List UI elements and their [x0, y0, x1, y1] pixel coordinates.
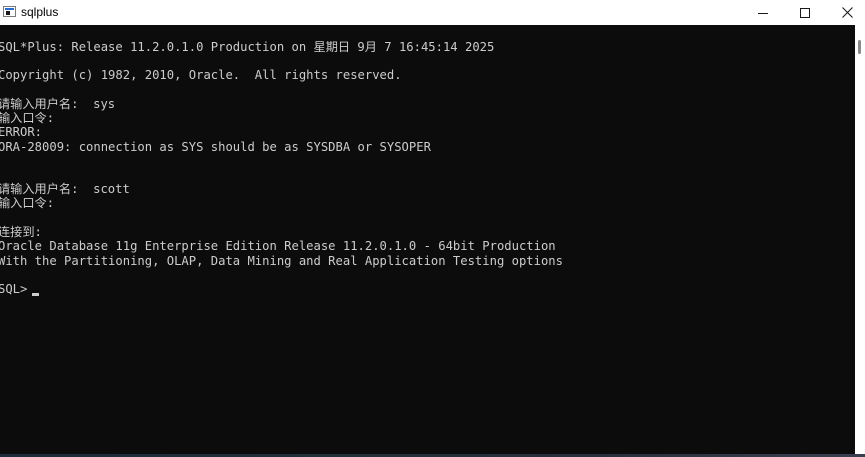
title-bar[interactable]: sqlplus: [0, 0, 865, 25]
minimize-icon: [758, 12, 768, 14]
scrollbar-thumb[interactable]: [858, 40, 861, 54]
console-output[interactable]: SQL*Plus: Release 11.2.0.1.0 Production …: [0, 25, 855, 457]
console-window-icon: [3, 6, 16, 17]
close-icon: [841, 7, 853, 18]
console-line-error: ERROR:: [0, 125, 43, 139]
console-line-password-prompt: 输入口令:: [0, 111, 55, 125]
console-line-password-prompt: 输入口令:: [0, 196, 55, 210]
console-line-username-prompt: 请输入用户名: sys: [0, 97, 116, 111]
console-line-username-prompt: 请输入用户名: scott: [0, 182, 130, 196]
sql-prompt[interactable]: SQL>: [0, 282, 35, 296]
console-line-copyright: Copyright (c) 1982, 2010, Oracle. All ri…: [0, 68, 402, 82]
maximize-icon: [800, 7, 810, 18]
text-cursor: [32, 293, 39, 296]
minimize-button[interactable]: [742, 0, 784, 25]
maximize-button[interactable]: [784, 0, 826, 25]
sqlplus-window: sqlplus SQL*Plus: Release 11.2.0.1.0 Pro…: [0, 0, 865, 457]
console-line-connected: 连接到:: [0, 225, 42, 239]
window-title: sqlplus: [21, 5, 59, 19]
console-line-banner: SQL*Plus: Release 11.2.0.1.0 Production …: [0, 40, 495, 54]
close-button[interactable]: [826, 0, 865, 25]
vertical-scrollbar[interactable]: [855, 25, 865, 457]
console-line-ora-error: ORA-28009: connection as SYS should be a…: [0, 140, 431, 154]
console-line-db-version: Oracle Database 11g Enterprise Edition R…: [0, 239, 556, 253]
console-line-options: With the Partitioning, OLAP, Data Mining…: [0, 254, 563, 268]
